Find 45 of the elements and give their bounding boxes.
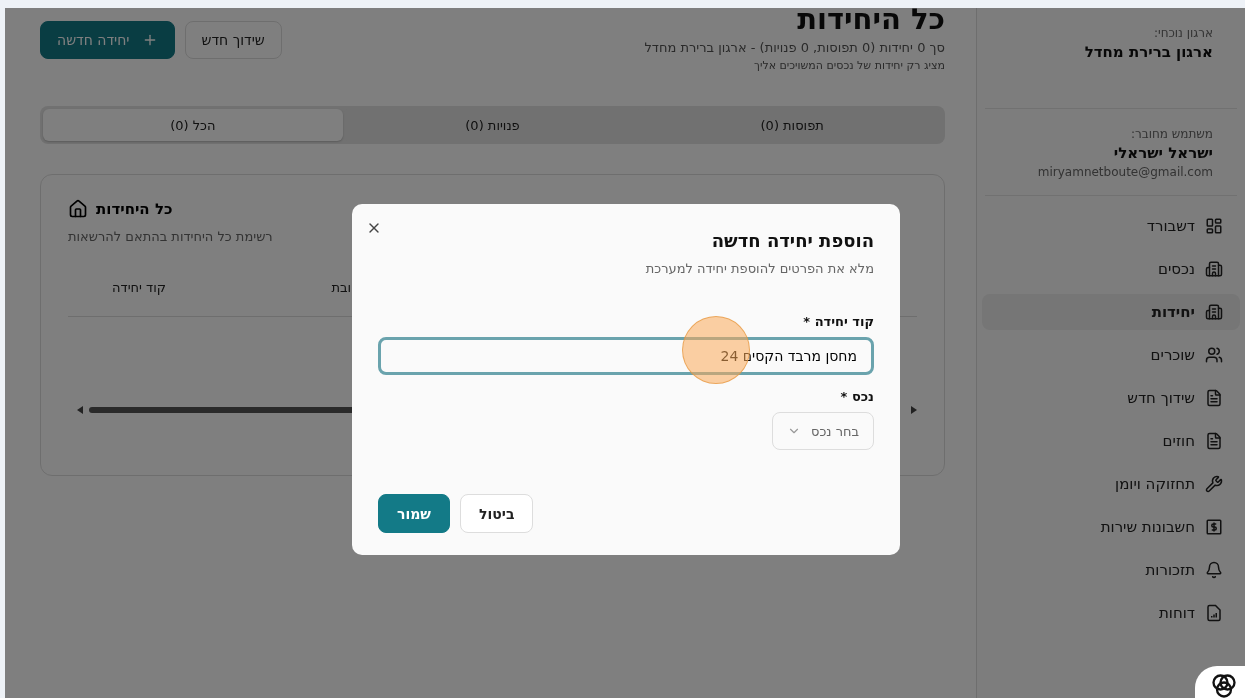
building-icon bbox=[1205, 303, 1223, 321]
sidebar-item[interactable]: חשבונות שירות bbox=[982, 509, 1240, 545]
document-icon bbox=[1205, 389, 1223, 407]
field-label: קוד יחידה * bbox=[802, 314, 874, 329]
page-title: כל היחידות bbox=[796, 8, 945, 36]
property-select[interactable]: בחר נכס bbox=[772, 412, 874, 450]
sidebar-item[interactable]: שידוך חדש bbox=[982, 380, 1240, 416]
tab[interactable]: הכל (0) bbox=[43, 109, 343, 141]
building-icon bbox=[1205, 260, 1223, 278]
sidebar-item[interactable]: נכסים bbox=[982, 251, 1240, 287]
sidebar-item[interactable]: דשבורד bbox=[982, 208, 1240, 244]
document-icon bbox=[1205, 432, 1223, 450]
sidebar-item[interactable]: יחידות bbox=[982, 294, 1240, 330]
column-header: קוד יחידה bbox=[111, 280, 166, 297]
field-label: נכס * bbox=[839, 389, 874, 404]
unit-code-input[interactable]: מחסן מרבד הקסים 24 bbox=[378, 337, 874, 375]
cancel-button[interactable]: ביטול bbox=[460, 494, 534, 533]
org-name: ארגון ברירת מחדל bbox=[1083, 43, 1213, 61]
dialog-title: הוספת יחידה חדשה bbox=[710, 230, 874, 251]
user-name: ישראל ישראלי bbox=[1112, 144, 1213, 162]
new-match-button[interactable]: שידוך חדש bbox=[184, 21, 282, 59]
user-label: משתמש מחובר: bbox=[1129, 127, 1213, 141]
bell-icon bbox=[1205, 561, 1223, 579]
logo-icon bbox=[1210, 672, 1238, 698]
report-icon bbox=[1205, 604, 1223, 622]
sidebar-item[interactable]: תחזוקה ויומן bbox=[982, 466, 1240, 502]
sidebar-item[interactable]: חוזים bbox=[982, 423, 1240, 459]
dialog-description: מלא את הפרטים להוספת יחידה למערכת bbox=[644, 261, 874, 276]
house-icon bbox=[68, 199, 88, 219]
users-icon bbox=[1205, 346, 1223, 364]
save-button[interactable]: שמור bbox=[378, 494, 450, 533]
page-note: מציג רק יחידות של נכסים המשויכים אליך bbox=[753, 59, 945, 72]
sidebar-item[interactable]: תזכורות bbox=[982, 552, 1240, 588]
dollar-icon bbox=[1205, 518, 1223, 536]
page-summary: סך 0 יחידות (0 תפוסות, 0 פנויות) - ארגון ברירת מחדל bbox=[644, 40, 945, 55]
card-title: כל היחידות bbox=[96, 200, 173, 218]
new-unit-button[interactable]: יחידה חדשה bbox=[40, 21, 175, 59]
dashboard-icon bbox=[1205, 217, 1223, 235]
org-label: ארגון נוכחי: bbox=[1152, 26, 1213, 40]
card-subtitle: רשימת כל היחידות בהתאם להרשאות bbox=[68, 229, 273, 244]
user-email: miryamnetboute@gmail.com bbox=[1036, 165, 1213, 179]
column-header: ובת bbox=[330, 280, 351, 297]
sidebar-item[interactable]: דוחות bbox=[982, 595, 1240, 631]
wrench-icon bbox=[1205, 475, 1223, 493]
sidebar-item[interactable]: שוכרים bbox=[982, 337, 1240, 373]
